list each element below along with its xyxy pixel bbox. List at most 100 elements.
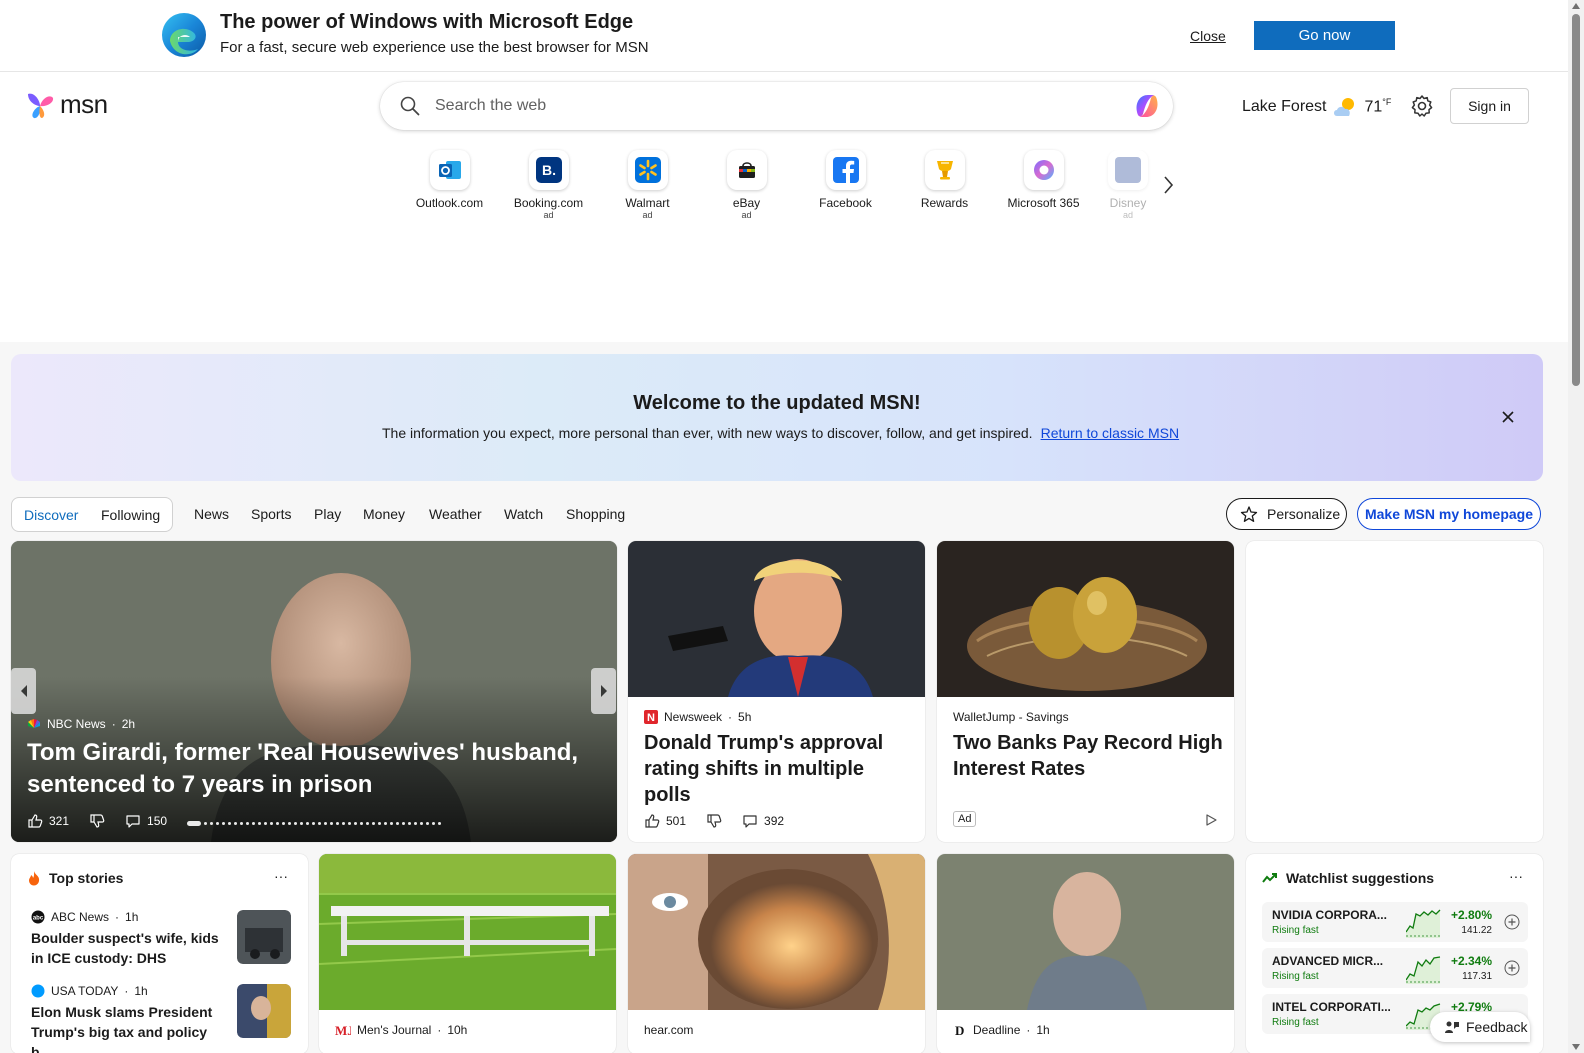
carousel-dot[interactable] (402, 821, 405, 825)
more-options-icon[interactable]: ··· (274, 868, 288, 884)
hero-headline[interactable]: Tom Girardi, former 'Real Housewives' hu… (27, 737, 587, 801)
carousel-dot[interactable] (222, 821, 225, 825)
ad-card[interactable]: WalletJump - Savings Two Banks Pay Recor… (937, 541, 1234, 842)
more-options-icon[interactable]: ··· (1509, 868, 1523, 884)
carousel-dot[interactable] (318, 821, 321, 825)
nav-weather[interactable]: Weather (429, 506, 482, 522)
ad-choices-icon[interactable] (1204, 813, 1218, 827)
nav-play[interactable]: Play (314, 506, 341, 522)
carousel-dot[interactable] (264, 821, 267, 825)
tab-following[interactable]: Following (101, 507, 160, 523)
carousel-dot[interactable] (354, 821, 357, 825)
carousel-dot[interactable] (246, 821, 249, 825)
carousel-dot[interactable] (420, 821, 423, 825)
chevron-right-icon[interactable] (1160, 174, 1176, 196)
tile-rewards[interactable]: Rewards (895, 150, 994, 210)
carousel-next-button[interactable] (591, 668, 616, 714)
carousel-dot[interactable] (378, 821, 381, 825)
thumbs-up-icon[interactable] (27, 813, 43, 829)
carousel-dot[interactable] (276, 821, 279, 825)
tile-ebay[interactable]: eBay ad (697, 150, 796, 220)
copilot-icon[interactable] (1131, 90, 1163, 122)
sign-in-button[interactable]: Sign in (1450, 88, 1529, 124)
carousel-dot[interactable] (306, 821, 309, 825)
hero-carousel-card[interactable]: NBC News · 2h Tom Girardi, former 'Real Ho… (11, 541, 617, 842)
close-icon[interactable] (1501, 410, 1515, 424)
carousel-dot[interactable] (396, 821, 399, 825)
nav-money[interactable]: Money (363, 506, 405, 522)
ad-card[interactable]: hear.com (628, 854, 925, 1053)
watchlist-row[interactable]: NVIDIA CORPORA... Rising fast +2.80% 141… (1262, 902, 1528, 942)
carousel-dot[interactable] (294, 821, 297, 825)
nav-watch[interactable]: Watch (504, 506, 543, 522)
carousel-dot[interactable] (216, 821, 219, 825)
carousel-dots[interactable] (187, 818, 447, 828)
comment-icon[interactable] (125, 813, 141, 829)
page-scrollbar[interactable] (1568, 0, 1584, 1053)
tile-outlook[interactable]: Outlook.com (400, 150, 499, 210)
carousel-dot[interactable] (384, 821, 387, 825)
news-card[interactable]: MJ Men's Journal · 10h (319, 854, 616, 1053)
carousel-dot[interactable] (282, 821, 285, 825)
msn-logo[interactable]: msn (24, 89, 108, 120)
carousel-dot[interactable] (258, 821, 261, 825)
carousel-dot[interactable] (360, 821, 363, 825)
carousel-prev-button[interactable] (11, 668, 36, 714)
carousel-dot[interactable] (432, 821, 435, 825)
go-now-button[interactable]: Go now (1254, 21, 1395, 50)
carousel-dot[interactable] (234, 821, 237, 825)
feedback-button[interactable]: Feedback (1430, 1012, 1530, 1042)
carousel-dot[interactable] (336, 821, 339, 825)
add-to-watchlist-icon[interactable] (1504, 914, 1520, 930)
tile-disney[interactable]: Disney ad (1093, 150, 1163, 220)
carousel-dot[interactable] (438, 821, 441, 825)
carousel-dot[interactable] (252, 821, 255, 825)
search-box[interactable] (380, 82, 1173, 130)
watchlist-row[interactable]: ADVANCED MICR... Rising fast +2.34% 117.… (1262, 948, 1528, 988)
carousel-dot[interactable] (300, 821, 303, 825)
carousel-dot-active[interactable] (187, 820, 201, 826)
comment-icon[interactable] (742, 813, 758, 829)
carousel-dot[interactable] (324, 821, 327, 825)
scrollbar-thumb[interactable] (1572, 14, 1580, 386)
carousel-dot[interactable] (390, 821, 393, 825)
nav-sports[interactable]: Sports (251, 506, 291, 522)
carousel-dot[interactable] (330, 821, 333, 825)
nav-shopping[interactable]: Shopping (566, 506, 625, 522)
tile-facebook[interactable]: Facebook (796, 150, 895, 210)
news-card[interactable]: D Deadline · 1h (937, 854, 1234, 1053)
tile-microsoft-365[interactable]: Microsoft 365 (994, 150, 1093, 210)
carousel-dot[interactable] (372, 821, 375, 825)
carousel-dot[interactable] (228, 821, 231, 825)
personalize-button[interactable]: Personalize (1226, 498, 1347, 530)
story-item[interactable]: abc ABC News · 1h Boulder suspect's wife, … (31, 910, 291, 974)
carousel-dot[interactable] (342, 821, 345, 825)
weather-widget[interactable]: Lake Forest 71°F (1242, 96, 1391, 118)
carousel-dot[interactable] (240, 821, 243, 825)
carousel-dot[interactable] (426, 821, 429, 825)
carousel-dot[interactable] (408, 821, 411, 825)
thumbs-down-icon[interactable] (706, 813, 722, 829)
tile-walmart[interactable]: Walmart ad (598, 150, 697, 220)
carousel-dot[interactable] (204, 821, 207, 825)
settings-gear-icon[interactable] (1410, 94, 1434, 118)
carousel-dot[interactable] (288, 821, 291, 825)
scroll-up-arrow[interactable] (1572, 3, 1580, 9)
carousel-dot[interactable] (414, 821, 417, 825)
carousel-dot[interactable] (312, 821, 315, 825)
nav-news[interactable]: News (194, 506, 229, 522)
carousel-dot[interactable] (348, 821, 351, 825)
return-classic-link[interactable]: Return to classic MSN (1041, 425, 1179, 441)
carousel-dot[interactable] (366, 821, 369, 825)
carousel-dot[interactable] (270, 821, 273, 825)
tab-discover[interactable]: Discover (24, 507, 78, 523)
card-headline[interactable]: Donald Trump's approval rating shifts in… (644, 730, 914, 808)
search-input[interactable] (435, 94, 1115, 118)
make-homepage-button[interactable]: Make MSN my homepage (1357, 498, 1541, 530)
scroll-down-arrow[interactable] (1572, 1044, 1580, 1050)
news-card[interactable]: N Newsweek · 5h Donald Trump's approval ra… (628, 541, 925, 842)
thumbs-down-icon[interactable] (89, 813, 105, 829)
carousel-dot[interactable] (210, 821, 213, 825)
tile-booking[interactable]: B. Booking.com ad (499, 150, 598, 220)
story-item[interactable]: USA TODAY · 1h Elon Musk slams President T… (31, 984, 291, 1053)
